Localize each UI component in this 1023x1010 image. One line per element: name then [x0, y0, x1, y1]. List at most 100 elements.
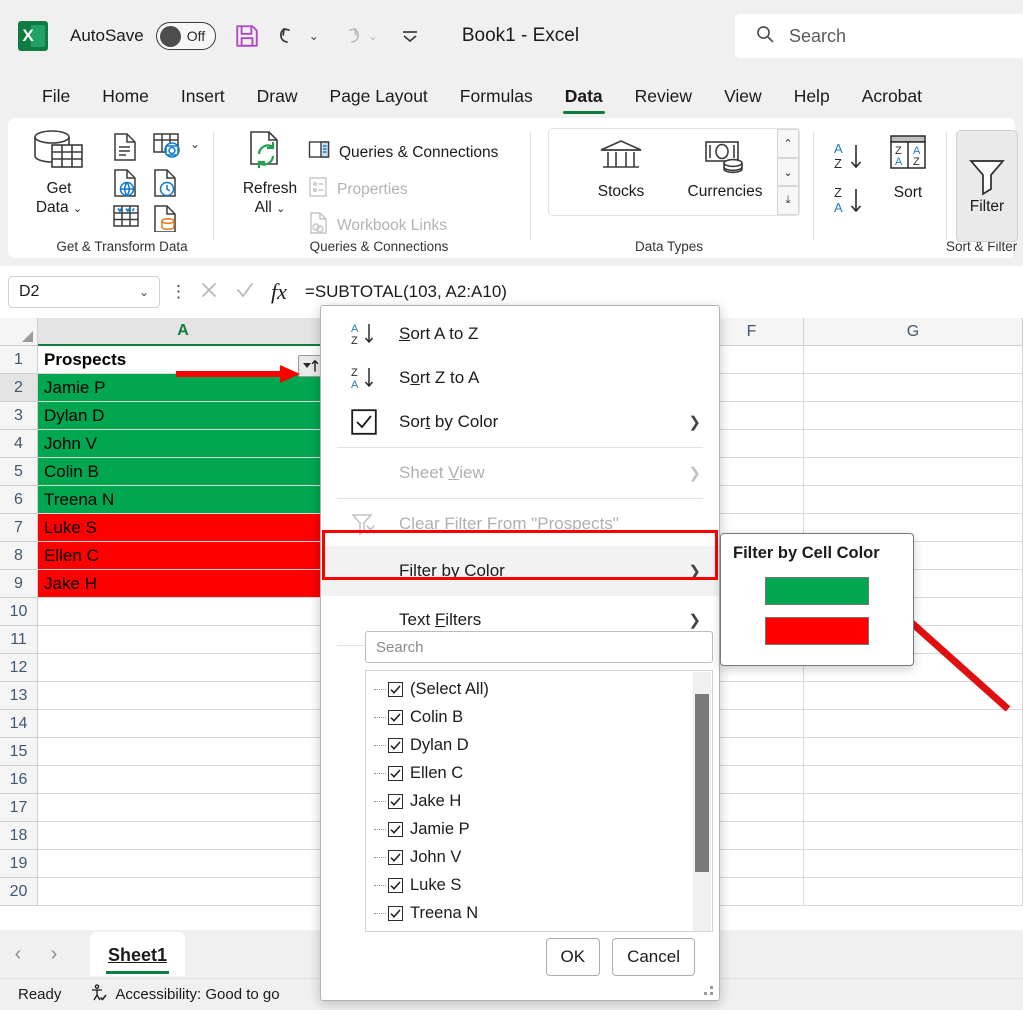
red-swatch[interactable]	[765, 617, 869, 645]
menu-item-sort-by-color[interactable]: Sort by Color ❯	[321, 400, 719, 444]
cell-a3[interactable]: Dylan D	[38, 402, 329, 430]
accessibility-status[interactable]: Accessibility: Good to go	[89, 984, 279, 1006]
currencies-button[interactable]: Currencies	[675, 137, 775, 201]
sort-ascending-icon[interactable]: A Z	[832, 140, 870, 179]
from-table-range-icon[interactable]	[112, 204, 140, 235]
autosave-toggle[interactable]: Off	[156, 22, 216, 50]
cell-a7[interactable]: Luke S	[38, 514, 329, 542]
green-swatch[interactable]	[765, 577, 869, 605]
gallery-scroll-down-icon[interactable]: ⌄	[777, 158, 799, 187]
cell-a4[interactable]: John V	[38, 430, 329, 458]
cell-g20[interactable]	[804, 878, 1023, 906]
data-types-gallery-scrollbar[interactable]: ⌃ ⌄ ⤓	[777, 129, 799, 215]
cell-a12[interactable]	[38, 654, 329, 682]
cell-a18[interactable]	[38, 822, 329, 850]
undo-icon[interactable]: ⌄	[278, 25, 319, 47]
filter-button[interactable]: Filter	[956, 130, 1018, 242]
ribbon-tab-home[interactable]: Home	[86, 86, 165, 114]
filter-list-item-dylan-d[interactable]: Dylan D	[366, 731, 712, 759]
row-header-4[interactable]: 4	[0, 430, 38, 458]
filter-list-item-select-all[interactable]: (Select All)	[366, 675, 712, 703]
resize-grip[interactable]	[704, 986, 714, 996]
search-box[interactable]: Search	[735, 14, 1023, 58]
from-web-icon[interactable]	[112, 168, 138, 203]
ribbon-tab-draw[interactable]: Draw	[241, 86, 314, 114]
next-sheet-icon[interactable]: ›	[36, 943, 72, 966]
filter-list-scrollbar[interactable]	[693, 672, 711, 932]
checkbox-checked-icon[interactable]	[388, 682, 403, 697]
cell-a8[interactable]: Ellen C	[38, 542, 329, 570]
insert-function-icon[interactable]: fx	[271, 279, 287, 305]
row-header-7[interactable]: 7	[0, 514, 38, 542]
cell-a11[interactable]	[38, 626, 329, 654]
cell-g1[interactable]	[804, 346, 1023, 374]
cell-a15[interactable]	[38, 738, 329, 766]
quick-access-toolbar-more-icon[interactable]	[400, 28, 420, 44]
cell-g5[interactable]	[804, 458, 1023, 486]
ok-button[interactable]: OK	[546, 938, 601, 976]
cell-a6[interactable]: Treena N	[38, 486, 329, 514]
queries-connections-button[interactable]: Queries & Connections	[308, 140, 498, 165]
row-header-17[interactable]: 17	[0, 794, 38, 822]
filter-color-option-red[interactable]	[721, 611, 913, 651]
row-header-14[interactable]: 14	[0, 710, 38, 738]
ribbon-tab-formulas[interactable]: Formulas	[444, 86, 549, 114]
cell-g4[interactable]	[804, 430, 1023, 458]
row-header-2[interactable]: 2	[0, 374, 38, 402]
refresh-all-button[interactable]: Refresh All ⌄	[228, 128, 312, 219]
sort-button[interactable]: Z A A Z Sort	[878, 132, 938, 202]
row-header-18[interactable]: 18	[0, 822, 38, 850]
checkbox-checked-icon[interactable]	[388, 710, 403, 725]
filter-list-item-colin-b[interactable]: Colin B	[366, 703, 712, 731]
name-box-chevron-down-icon[interactable]: ⌄	[139, 285, 149, 299]
filter-list-item-jake-h[interactable]: Jake H	[366, 787, 712, 815]
cell-g2[interactable]	[804, 374, 1023, 402]
cell-g16[interactable]	[804, 766, 1023, 794]
ribbon-tab-acrobat[interactable]: Acrobat	[846, 86, 938, 114]
cell-g17[interactable]	[804, 794, 1023, 822]
cell-g15[interactable]	[804, 738, 1023, 766]
cell-a13[interactable]	[38, 682, 329, 710]
cancel-button[interactable]: Cancel	[612, 938, 695, 976]
column-header-g[interactable]: G	[804, 318, 1023, 346]
formula-input[interactable]: =SUBTOTAL(103, A2:A10)	[305, 282, 1023, 302]
save-icon[interactable]	[234, 23, 260, 49]
row-header-1[interactable]: 1	[0, 346, 38, 374]
row-header-3[interactable]: 3	[0, 402, 38, 430]
checkbox-checked-icon[interactable]	[388, 850, 403, 865]
ribbon-tab-file[interactable]: File	[26, 86, 86, 114]
cell-a10[interactable]	[38, 598, 329, 626]
gallery-more-icon[interactable]: ⤓	[777, 186, 799, 215]
column-header-a[interactable]: A	[38, 318, 329, 346]
checkbox-checked-icon[interactable]	[388, 738, 403, 753]
get-data-button[interactable]: Get Data ⌄	[22, 128, 96, 219]
row-header-8[interactable]: 8	[0, 542, 38, 570]
filter-list-item-john-v[interactable]: John V	[366, 843, 712, 871]
row-header-12[interactable]: 12	[0, 654, 38, 682]
existing-connections-icon[interactable]	[152, 204, 178, 237]
from-picture-icon[interactable]	[152, 132, 184, 167]
checkbox-checked-icon[interactable]	[388, 906, 403, 921]
cell-a20[interactable]	[38, 878, 329, 906]
cell-g3[interactable]	[804, 402, 1023, 430]
ribbon-tab-insert[interactable]: Insert	[165, 86, 241, 114]
cell-a16[interactable]	[38, 766, 329, 794]
filter-list-scrollbar-thumb[interactable]	[695, 694, 709, 872]
row-header-16[interactable]: 16	[0, 766, 38, 794]
row-header-13[interactable]: 13	[0, 682, 38, 710]
row-header-11[interactable]: 11	[0, 626, 38, 654]
ribbon-tab-help[interactable]: Help	[778, 86, 846, 114]
from-text-csv-icon[interactable]	[112, 132, 138, 167]
ribbon-tab-data[interactable]: Data	[549, 86, 619, 114]
menu-item-sort-a-to-z[interactable]: A Z Sort A to Z	[321, 312, 719, 356]
gallery-scroll-up-icon[interactable]: ⌃	[777, 129, 799, 158]
sort-descending-icon[interactable]: Z A	[832, 184, 870, 223]
cell-a19[interactable]	[38, 850, 329, 878]
menu-item-filter-by-color[interactable]: Filter by Color ❯	[321, 546, 719, 596]
row-header-10[interactable]: 10	[0, 598, 38, 626]
undo-chevron-down-icon[interactable]: ⌄	[309, 29, 319, 43]
ribbon-tab-view[interactable]: View	[708, 86, 778, 114]
cell-g18[interactable]	[804, 822, 1023, 850]
previous-sheet-icon[interactable]: ‹	[0, 943, 36, 966]
filter-color-option-green[interactable]	[721, 571, 913, 611]
